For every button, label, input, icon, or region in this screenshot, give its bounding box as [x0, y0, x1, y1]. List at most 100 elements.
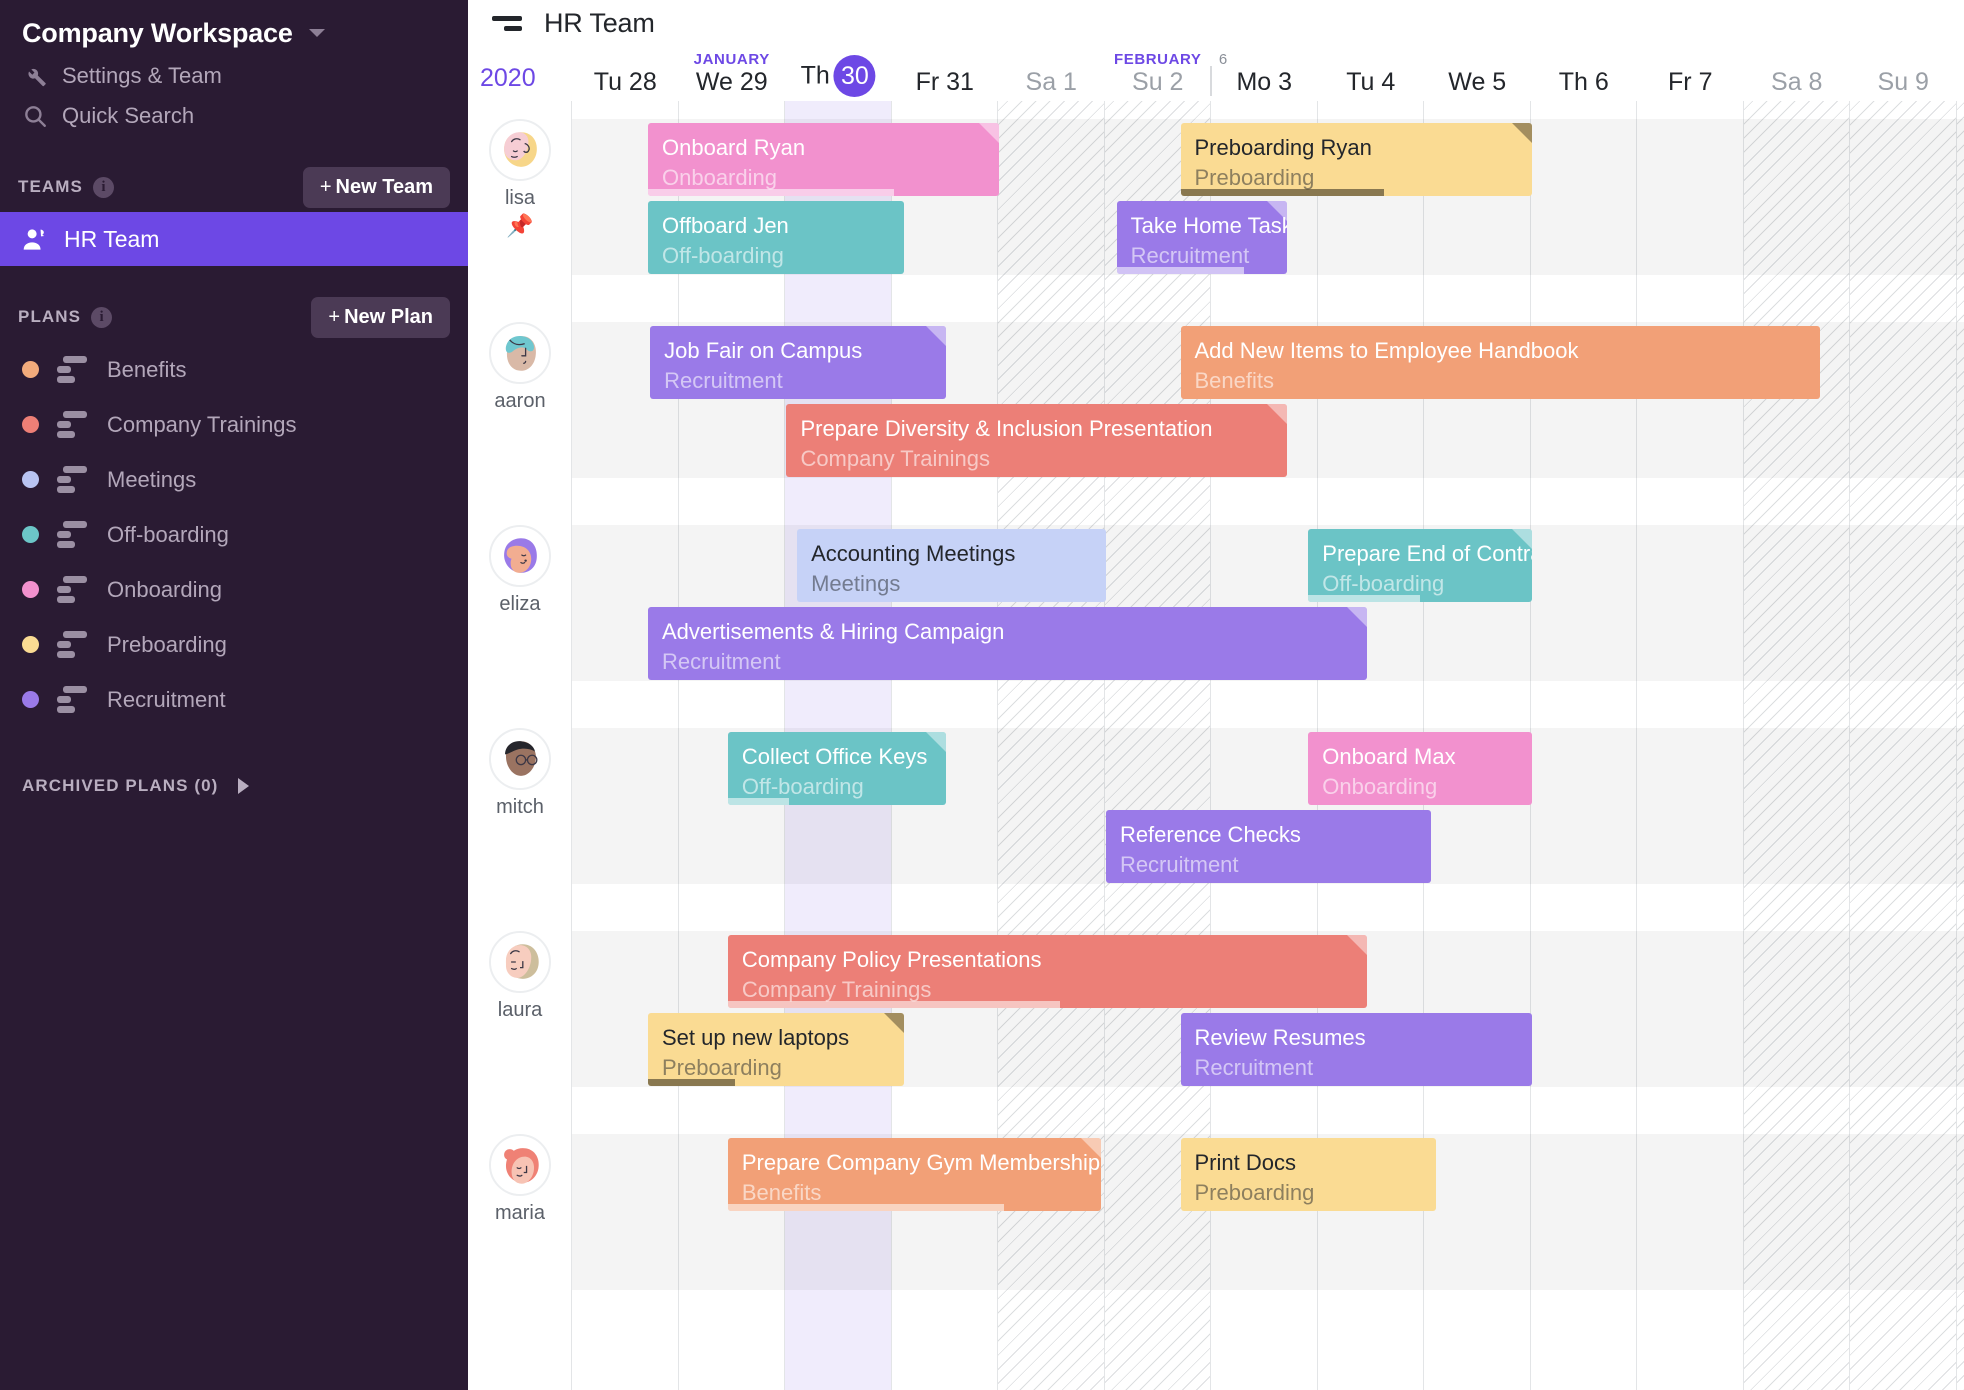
- plan-list-icon: [57, 411, 87, 438]
- task-corner-flag-icon: [1511, 529, 1532, 549]
- sidebar-plan-off-boarding[interactable]: Off-boarding: [0, 507, 468, 562]
- avatar[interactable]: [489, 1134, 551, 1196]
- timeline-day-10[interactable]: Fr 7: [1668, 68, 1712, 97]
- task-title: Job Fair on Campus: [664, 338, 863, 363]
- task-bar[interactable]: Preboarding Ryan Preboarding: [1180, 123, 1532, 196]
- sidebar-plan-onboarding[interactable]: Onboarding: [0, 562, 468, 617]
- sidebar-plan-preboarding[interactable]: Preboarding: [0, 617, 468, 672]
- task-bar[interactable]: Company Policy Presentations Company Trai…: [727, 935, 1367, 1008]
- gantt-grid: lisa 📌 aaron eliza mitch laura maria Onboard R…: [468, 101, 1964, 1390]
- avatar-name: lisa: [504, 187, 535, 209]
- task-title: Prepare Company Gym Memberships: [741, 1150, 1101, 1175]
- timeline-day-3[interactable]: Fr 31: [916, 68, 974, 97]
- workspace-title: Company Workspace: [22, 17, 293, 48]
- sidebar-item-quick-search[interactable]: Quick Search: [0, 96, 468, 136]
- avatar[interactable]: [489, 931, 551, 993]
- avatar-cell-lisa[interactable]: lisa 📌: [468, 119, 572, 237]
- sort-lines-icon[interactable]: [492, 15, 526, 31]
- task-corner-flag-icon: [1346, 935, 1367, 955]
- plan-color-dot: [22, 361, 39, 378]
- avatar-cell-eliza[interactable]: eliza: [468, 525, 572, 616]
- workspace-switcher[interactable]: Company Workspace: [0, 0, 468, 56]
- task-bar[interactable]: Take Home Task Recruitment: [1116, 201, 1287, 274]
- task-bar[interactable]: Job Fair on Campus Recruitment: [650, 326, 947, 399]
- timeline-day-6[interactable]: Mo 3: [1236, 68, 1292, 97]
- task-bar[interactable]: Prepare Diversity & Inclusion Presentati…: [786, 404, 1287, 477]
- task-title: Print Docs: [1194, 1150, 1296, 1175]
- timeline-day-7[interactable]: Tu 4: [1346, 68, 1395, 97]
- task-progress-bar: [727, 1204, 1004, 1211]
- task-title: Reference Checks: [1119, 822, 1301, 847]
- sidebar-item-label: Settings & Team: [62, 63, 222, 88]
- task-bar[interactable]: Advertisements & Hiring Campaign Recruitm…: [648, 607, 1367, 680]
- task-bar[interactable]: Offboard Jen Off-boarding: [648, 201, 904, 274]
- timeline-day-5[interactable]: Su 2: [1132, 68, 1183, 97]
- task-corner-flag-icon: [1511, 123, 1532, 143]
- plus-icon: +: [328, 305, 341, 328]
- info-icon[interactable]: i: [91, 306, 113, 328]
- avatar-cell-laura[interactable]: laura: [468, 931, 572, 1022]
- new-plan-button[interactable]: + New Plan: [311, 296, 450, 338]
- task-bar[interactable]: Accounting Meetings Meetings: [797, 529, 1106, 602]
- task-bar[interactable]: Set up new laptops Preboarding: [648, 1013, 904, 1086]
- avatar-cell-aaron[interactable]: aaron: [468, 322, 572, 413]
- timeline-day-8[interactable]: We 5: [1448, 68, 1506, 97]
- info-icon[interactable]: i: [93, 176, 114, 198]
- sidebar-item-hr-team[interactable]: HR Team: [0, 212, 468, 266]
- plan-list-icon: [57, 521, 87, 548]
- task-bar[interactable]: Collect Office Keys Off-boarding: [727, 732, 947, 805]
- timeline-day-0[interactable]: Tu 28: [594, 68, 657, 97]
- task-bar[interactable]: Review Resumes Recruitment: [1180, 1013, 1532, 1086]
- timeline-month-label: FEBRUARY: [1113, 51, 1202, 68]
- team-people-icon: [22, 226, 56, 253]
- avatar-name: aaron: [494, 390, 546, 412]
- task-bar[interactable]: Onboard Max Onboarding: [1308, 732, 1532, 805]
- avatar-name: laura: [497, 999, 543, 1021]
- task-bar[interactable]: Onboard Ryan Onboarding: [648, 123, 1000, 196]
- task-bar[interactable]: Reference Checks Recruitment: [1105, 810, 1431, 883]
- sidebar-plan-recruitment[interactable]: Recruitment: [0, 672, 468, 727]
- task-bar[interactable]: Add New Items to Employee Handbook Benefi…: [1180, 326, 1820, 399]
- timeline-day-11[interactable]: Sa 8: [1771, 68, 1822, 97]
- plans-section-title: PLANS: [18, 307, 82, 326]
- sidebar-plan-meetings[interactable]: Meetings: [0, 452, 468, 507]
- task-progress-bar: [727, 798, 789, 805]
- wrench-icon: [22, 63, 56, 89]
- task-title: Prepare Diversity & Inclusion Presentati…: [800, 416, 1213, 441]
- task-plan: Recruitment: [1119, 852, 1239, 877]
- app-root: Company Workspace Settings & Team Quick …: [0, 0, 1964, 1390]
- timeline-day-1[interactable]: We 29: [696, 68, 768, 97]
- plan-color-dot: [22, 526, 39, 543]
- new-team-button[interactable]: + New Team: [302, 166, 450, 208]
- task-title: Onboard Max: [1322, 744, 1456, 769]
- avatar-cell-maria[interactable]: maria: [468, 1134, 572, 1225]
- timeline-day-9[interactable]: Th 6: [1559, 68, 1609, 97]
- sidebar-plan-company-trainings[interactable]: Company Trainings: [0, 397, 468, 452]
- avatar[interactable]: [489, 525, 551, 587]
- sidebar-plan-benefits[interactable]: Benefits: [0, 342, 468, 397]
- avatar-cell-mitch[interactable]: mitch: [468, 728, 572, 819]
- task-bar[interactable]: Print Docs Preboarding: [1180, 1138, 1437, 1211]
- sidebar-plan-label: Meetings: [107, 466, 197, 492]
- task-progress-bar: [648, 189, 894, 196]
- timeline-day-4[interactable]: Sa 1: [1026, 68, 1077, 97]
- timeline-day-2[interactable]: Th 30: [801, 55, 876, 97]
- task-progress-bar: [648, 1079, 735, 1086]
- archived-plans-toggle[interactable]: ARCHIVED PLANS (0): [0, 763, 468, 809]
- timeline-month-label: JANUARY: [693, 51, 770, 68]
- avatar[interactable]: [489, 728, 551, 790]
- task-title: Advertisements & Hiring Campaign: [662, 619, 1005, 644]
- timeline-day-12[interactable]: Su 9: [1878, 68, 1929, 97]
- sidebar-item-settings-team[interactable]: Settings & Team: [0, 56, 468, 96]
- main-panel: HR Team 2020 Tu 28 We 29 Th 30 Fr 31 Sa 1 Su 2…: [468, 0, 1964, 1390]
- task-plan: Company Trainings: [800, 446, 990, 471]
- avatar[interactable]: [489, 322, 551, 384]
- task-plan: Benefits: [1194, 368, 1275, 393]
- task-bar[interactable]: Prepare Company Gym Memberships Benefits: [727, 1138, 1101, 1211]
- task-title: Preboarding Ryan: [1194, 135, 1372, 160]
- task-bar[interactable]: Prepare End of ContractOff-boarding: [1308, 529, 1532, 602]
- chevron-down-icon[interactable]: [308, 29, 325, 37]
- avatar[interactable]: [489, 119, 551, 181]
- pushpin-icon[interactable]: 📌: [506, 215, 533, 237]
- task-plan: Recruitment: [662, 649, 781, 674]
